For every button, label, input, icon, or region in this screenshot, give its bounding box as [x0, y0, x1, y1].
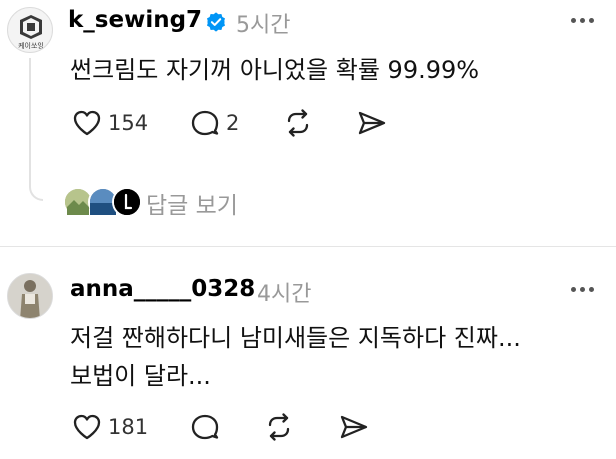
- brand-logo-icon: 케이쏘잉: [18, 15, 44, 50]
- post-text: 썬크림도 자기꺼 아니었을 확률 99.99%: [70, 56, 480, 84]
- comment-button[interactable]: [190, 413, 220, 441]
- threads-logo-icon: [114, 189, 140, 215]
- avatar[interactable]: 케이쏘잉: [7, 7, 53, 53]
- share-button[interactable]: [339, 413, 369, 441]
- username[interactable]: k_sewing7: [68, 7, 202, 33]
- send-icon: [340, 415, 368, 439]
- heart-icon: [73, 110, 101, 136]
- repost-icon: [287, 109, 309, 137]
- comment-count: 2: [226, 111, 240, 135]
- verified-badge-icon: [206, 12, 226, 32]
- more-options-icon[interactable]: [569, 284, 599, 294]
- repost-button[interactable]: [264, 413, 294, 441]
- like-button[interactable]: 181: [72, 413, 148, 441]
- comment-icon: [191, 110, 219, 136]
- repost-button[interactable]: [283, 109, 313, 137]
- comment-button[interactable]: 2: [190, 109, 239, 137]
- more-options-icon[interactable]: [569, 15, 599, 25]
- logo-text: 케이쏘잉: [18, 41, 44, 50]
- divider: [0, 246, 616, 247]
- post-time: 5시간: [236, 13, 291, 38]
- share-button[interactable]: [357, 109, 387, 137]
- like-button[interactable]: 154: [72, 109, 148, 137]
- reply-time: 4시간: [257, 282, 312, 307]
- thread-line: [29, 58, 43, 201]
- avatar[interactable]: [7, 273, 53, 319]
- send-icon: [358, 111, 386, 135]
- reply-text-line-2: 보법이 달라...: [70, 362, 211, 390]
- reply-text-line-1: 저걸 짠해하다니 남미새들은 지독하다 진짜...: [70, 324, 521, 352]
- replier-avatar: [112, 187, 142, 217]
- view-replies-link[interactable]: 답글 보기: [146, 186, 238, 220]
- like-count: 154: [108, 111, 149, 135]
- heart-icon: [73, 414, 101, 440]
- like-count: 181: [108, 415, 149, 439]
- repost-icon: [268, 413, 290, 441]
- username[interactable]: anna_____0328: [70, 276, 255, 302]
- person-photo-icon: [8, 274, 52, 318]
- comment-icon: [191, 414, 219, 440]
